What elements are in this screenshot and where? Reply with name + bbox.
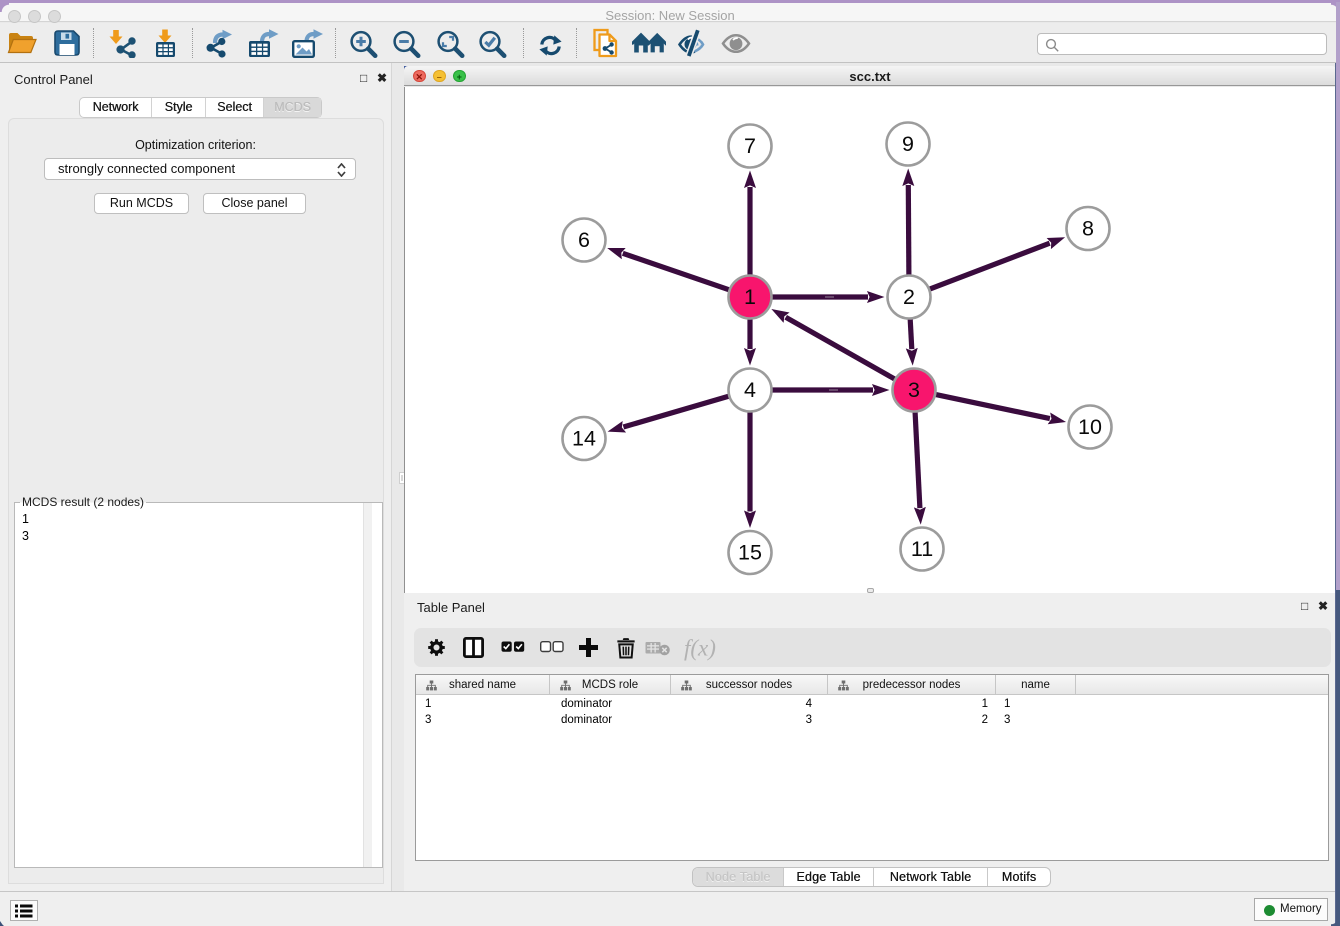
svg-text:4: 4 <box>744 378 756 402</box>
svg-text:15: 15 <box>738 541 762 565</box>
svg-text:f(x): f(x) <box>684 636 716 661</box>
svg-text:8: 8 <box>1082 217 1094 241</box>
svg-text:3: 3 <box>908 378 920 402</box>
svg-text:2: 2 <box>903 285 915 309</box>
svg-text:10: 10 <box>1078 415 1102 439</box>
svg-text:11: 11 <box>911 537 933 561</box>
svg-text:14: 14 <box>572 427 596 451</box>
svg-text:9: 9 <box>902 132 914 156</box>
svg-text:1: 1 <box>744 285 756 309</box>
svg-text:7: 7 <box>744 134 756 158</box>
svg-text:6: 6 <box>578 228 590 252</box>
